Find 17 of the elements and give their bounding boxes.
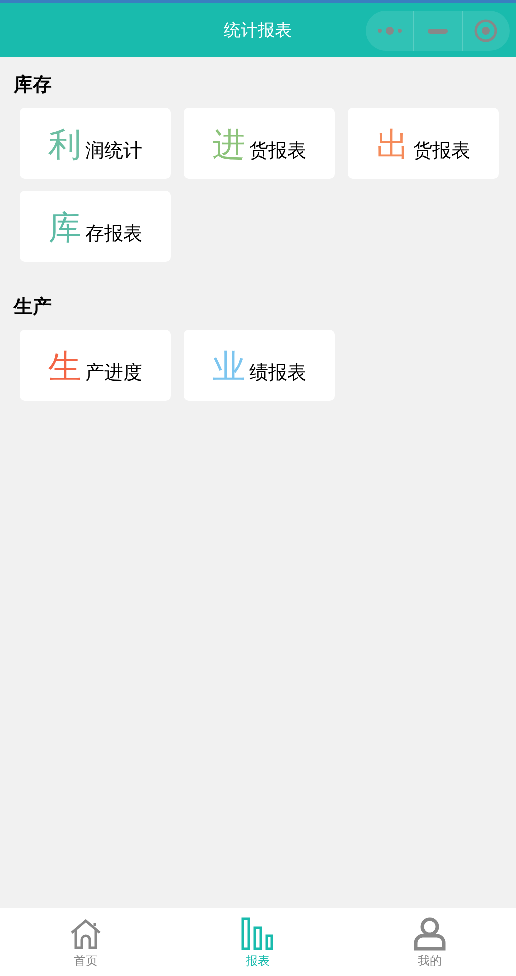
section-title: 库存 (14, 73, 53, 98)
bar-chart-icon (241, 917, 275, 951)
more-icon (376, 26, 403, 36)
report-card[interactable]: 生 产进度 (20, 330, 171, 401)
user-icon (413, 917, 447, 951)
report-card[interactable]: 出 货报表 (348, 108, 499, 179)
section-title: 生产 (14, 295, 53, 320)
home-icon (69, 917, 103, 951)
page-title: 统计报表 (224, 20, 292, 42)
report-card[interactable]: 库 存报表 (20, 191, 171, 262)
report-card[interactable]: 进 货报表 (184, 108, 335, 179)
tab[interactable]: 首页 (0, 908, 172, 976)
target-icon (474, 19, 498, 43)
minimize-icon (428, 28, 448, 34)
tab[interactable]: 我的 (344, 908, 516, 976)
report-card[interactable]: 利 润统计 (20, 108, 171, 179)
report-card[interactable]: 业 绩报表 (184, 330, 335, 401)
